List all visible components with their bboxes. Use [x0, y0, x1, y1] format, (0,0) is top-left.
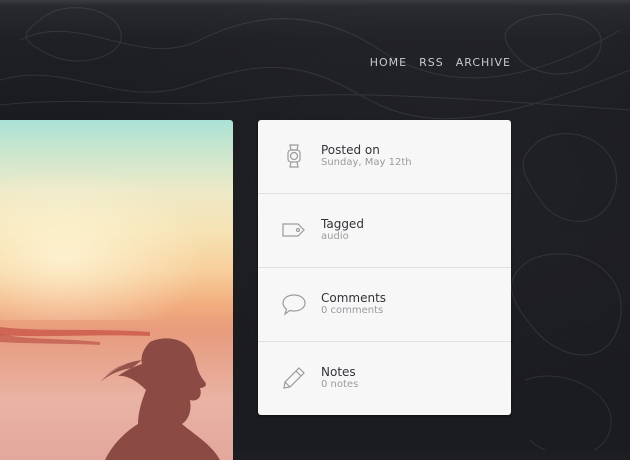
top-edge: [0, 0, 630, 6]
silhouette-illustration: [0, 327, 220, 460]
post-photo[interactable]: [0, 120, 233, 460]
meta-row-posted: Posted on Sunday, May 12th: [258, 120, 511, 194]
meta-value[interactable]: audio: [321, 231, 349, 242]
speech-bubble-icon: [282, 294, 306, 316]
watch-icon: [287, 144, 301, 168]
meta-value[interactable]: 0 notes: [321, 379, 358, 390]
nav-archive-link[interactable]: ARCHIVE: [456, 56, 511, 69]
meta-title: Tagged: [321, 217, 364, 231]
meta-value[interactable]: Sunday, May 12th: [321, 157, 412, 168]
meta-value[interactable]: 0 comments: [321, 305, 383, 316]
nav-home-link[interactable]: HOME: [370, 56, 407, 69]
meta-row-comments: Comments 0 comments: [258, 268, 511, 342]
main-nav: HOME RSS ARCHIVE: [370, 56, 511, 69]
meta-title: Posted on: [321, 143, 380, 157]
tag-icon: [282, 223, 305, 237]
meta-title: Notes: [321, 365, 356, 379]
meta-title: Comments: [321, 291, 387, 305]
meta-row-notes: Notes 0 notes: [258, 342, 511, 415]
post-meta-panel: Posted on Sunday, May 12th Tagged audio …: [258, 120, 511, 415]
nav-rss-link[interactable]: RSS: [419, 56, 444, 69]
pencil-icon: [283, 367, 305, 389]
meta-row-tagged: Tagged audio: [258, 194, 511, 268]
